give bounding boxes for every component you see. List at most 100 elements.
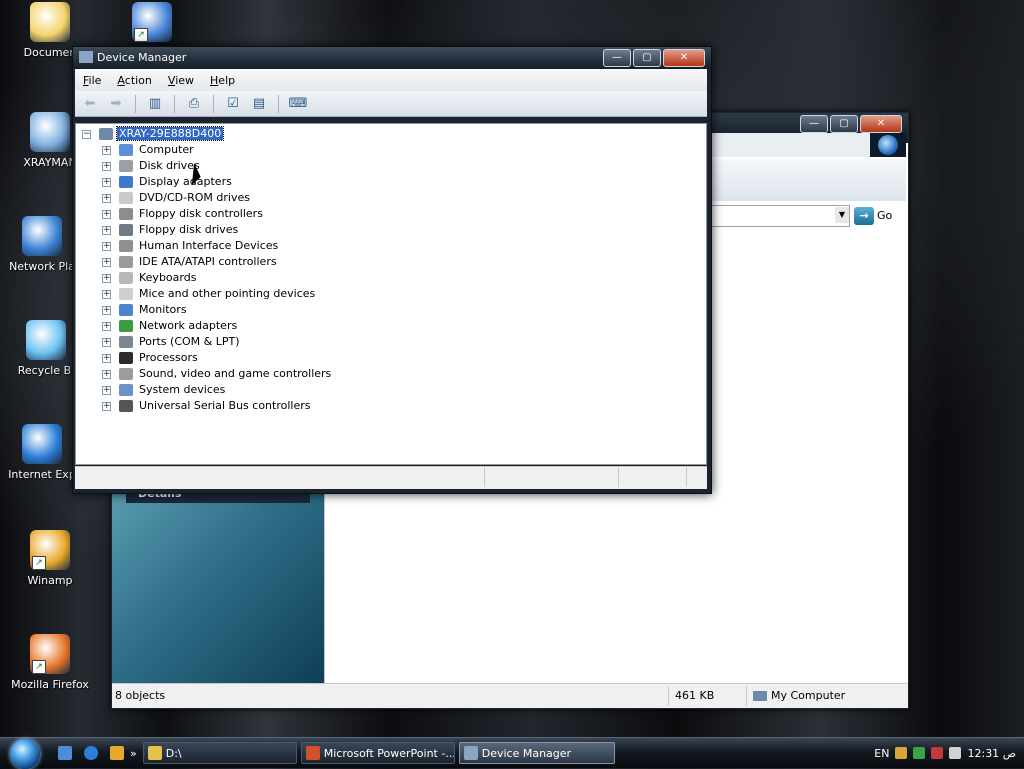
tree-item-label[interactable]: Universal Serial Bus controllers [139, 399, 310, 412]
tree-item[interactable]: + Processors [102, 350, 198, 366]
tree-item[interactable]: + Floppy disk controllers [102, 206, 263, 222]
minimize-button[interactable]: — [800, 115, 828, 133]
expand-icon[interactable]: + [102, 177, 111, 187]
tree-item[interactable]: + IDE ATA/ATAPI controllers [102, 254, 277, 270]
windows-orb-icon[interactable] [10, 739, 40, 769]
close-button[interactable]: ✕ [663, 49, 705, 67]
expand-icon[interactable]: + [102, 225, 111, 235]
close-button[interactable]: ✕ [860, 115, 902, 133]
tree-item[interactable]: + Universal Serial Bus controllers [102, 398, 310, 414]
total-size: 461 KB [669, 686, 747, 706]
internet-explorer-icon[interactable] [84, 746, 98, 760]
expand-icon[interactable]: + [102, 257, 111, 267]
go-arrow-icon[interactable]: → [854, 207, 874, 225]
expand-icon[interactable]: + [102, 305, 111, 315]
taskbar-button[interactable]: Microsoft PowerPoint -... [300, 742, 455, 764]
tree-item[interactable]: + Keyboards [102, 270, 196, 286]
device-manager-title-bar[interactable]: Device Manager — ▢ ✕ [73, 47, 711, 69]
tree-item-label[interactable]: Floppy disk drives [139, 223, 238, 236]
device-manager-window[interactable]: Device Manager — ▢ ✕ File Action View Help … [72, 46, 712, 494]
properties-icon[interactable]: ☑ [222, 94, 244, 114]
tree-item-label[interactable]: Ports (COM & LPT) [139, 335, 240, 348]
language-indicator[interactable]: EN [874, 747, 889, 760]
go-button-label[interactable]: Go [877, 209, 892, 222]
tree-item[interactable]: + Floppy disk drives [102, 222, 238, 238]
winamp-icon[interactable] [110, 746, 124, 760]
expand-icon[interactable]: + [102, 353, 111, 363]
tree-item-label[interactable]: IDE ATA/ATAPI controllers [139, 255, 277, 268]
computer-name[interactable]: XRAY-29E888D400 [115, 126, 225, 141]
tree-item-label[interactable]: Sound, video and game controllers [139, 367, 331, 380]
show-desktop-icon[interactable] [58, 746, 72, 760]
start-button[interactable] [0, 738, 52, 769]
expand-icon[interactable]: + [102, 385, 111, 395]
tree-item[interactable]: + Mice and other pointing devices [102, 286, 315, 302]
tree-item-label[interactable]: Keyboards [139, 271, 196, 284]
tray-icon[interactable] [895, 747, 908, 759]
expand-icon[interactable]: + [102, 209, 111, 219]
tree-item-label[interactable]: Display adapters [139, 175, 232, 188]
maximize-button[interactable]: ▢ [830, 115, 858, 133]
clock[interactable]: 12:31 ص [967, 747, 1016, 760]
menu-help[interactable]: Help [202, 74, 243, 87]
desktop-icon-globe[interactable]: ↗ [104, 2, 200, 46]
tree-item[interactable]: + Ports (COM & LPT) [102, 334, 240, 350]
expand-icon[interactable]: + [102, 145, 111, 155]
minimize-button[interactable]: — [603, 49, 631, 67]
tree-item-label[interactable]: Disk drives [139, 159, 200, 172]
scan-hardware-icon[interactable]: ⌨ [287, 94, 309, 114]
tree-item-label[interactable]: Mice and other pointing devices [139, 287, 315, 300]
tree-item[interactable]: + Human Interface Devices [102, 238, 278, 254]
expand-icon[interactable]: + [102, 289, 111, 299]
forward-arrow-icon[interactable]: ➡ [105, 94, 127, 114]
expand-icon[interactable]: + [102, 273, 111, 283]
tree-item[interactable]: + Disk drives [102, 158, 200, 174]
tree-item-label[interactable]: Monitors [139, 303, 187, 316]
taskbar-button[interactable]: D:\ [142, 742, 297, 764]
tree-item[interactable]: + Display adapters [102, 174, 232, 190]
expand-icon[interactable]: + [102, 369, 111, 379]
toolbar: ⬅ ➡ ▥ ⎙ ☑ ▤ ⌨ [75, 91, 707, 117]
expand-icon[interactable]: + [102, 161, 111, 171]
device-tree[interactable]: − XRAY-29E888D400 + Computer + Disk drives + Di… [75, 123, 707, 465]
tree-item-label[interactable]: Processors [139, 351, 198, 364]
show-hide-console-tree-icon[interactable]: ▥ [144, 94, 166, 114]
volume-icon[interactable] [949, 747, 962, 759]
expand-icon[interactable]: + [102, 337, 111, 347]
tree-item-label[interactable]: DVD/CD-ROM drives [139, 191, 250, 204]
menu-view[interactable]: View [160, 74, 202, 87]
print-icon[interactable]: ⎙ [183, 94, 205, 114]
chevron-down-icon[interactable]: ▼ [835, 207, 849, 223]
device-category-icon [119, 288, 133, 300]
tree-item[interactable]: + System devices [102, 382, 225, 398]
expand-icon[interactable]: + [102, 193, 111, 203]
tree-item[interactable]: + DVD/CD-ROM drives [102, 190, 250, 206]
tray-icon[interactable] [913, 747, 926, 759]
expand-icon[interactable]: + [102, 241, 111, 251]
desktop-icon-winamp[interactable]: ↗ Winamp [2, 530, 98, 587]
tree-item[interactable]: + Network adapters [102, 318, 237, 334]
chevron-right-icon[interactable]: » [130, 747, 137, 760]
tree-item-label[interactable]: Computer [139, 143, 194, 156]
toolbar-separator [278, 94, 279, 113]
menu-file[interactable]: File [75, 74, 109, 87]
tray-icon[interactable] [931, 747, 944, 759]
tree-item-label[interactable]: Floppy disk controllers [139, 207, 263, 220]
back-arrow-icon[interactable]: ⬅ [79, 94, 101, 114]
expand-icon[interactable]: + [102, 401, 111, 411]
tree-item-label[interactable]: Human Interface Devices [139, 239, 278, 252]
collapse-icon[interactable]: − [82, 129, 91, 139]
tree-item[interactable]: + Sound, video and game controllers [102, 366, 331, 382]
tree-item[interactable]: + Monitors [102, 302, 187, 318]
tree-item-label[interactable]: System devices [139, 383, 225, 396]
tree-root[interactable]: − XRAY-29E888D400 [82, 126, 225, 142]
tree-item-label[interactable]: Network adapters [139, 319, 237, 332]
menu-action[interactable]: Action [109, 74, 159, 87]
taskbar-button[interactable]: Device Manager [458, 742, 615, 764]
maximize-button[interactable]: ▢ [633, 49, 661, 67]
help-icon[interactable]: ▤ [248, 94, 270, 114]
address-bar[interactable]: ▼ [708, 205, 850, 227]
expand-icon[interactable]: + [102, 321, 111, 331]
tree-item[interactable]: + Computer [102, 142, 194, 158]
desktop-icon-firefox[interactable]: ↗ Mozilla Firefox [2, 634, 98, 691]
